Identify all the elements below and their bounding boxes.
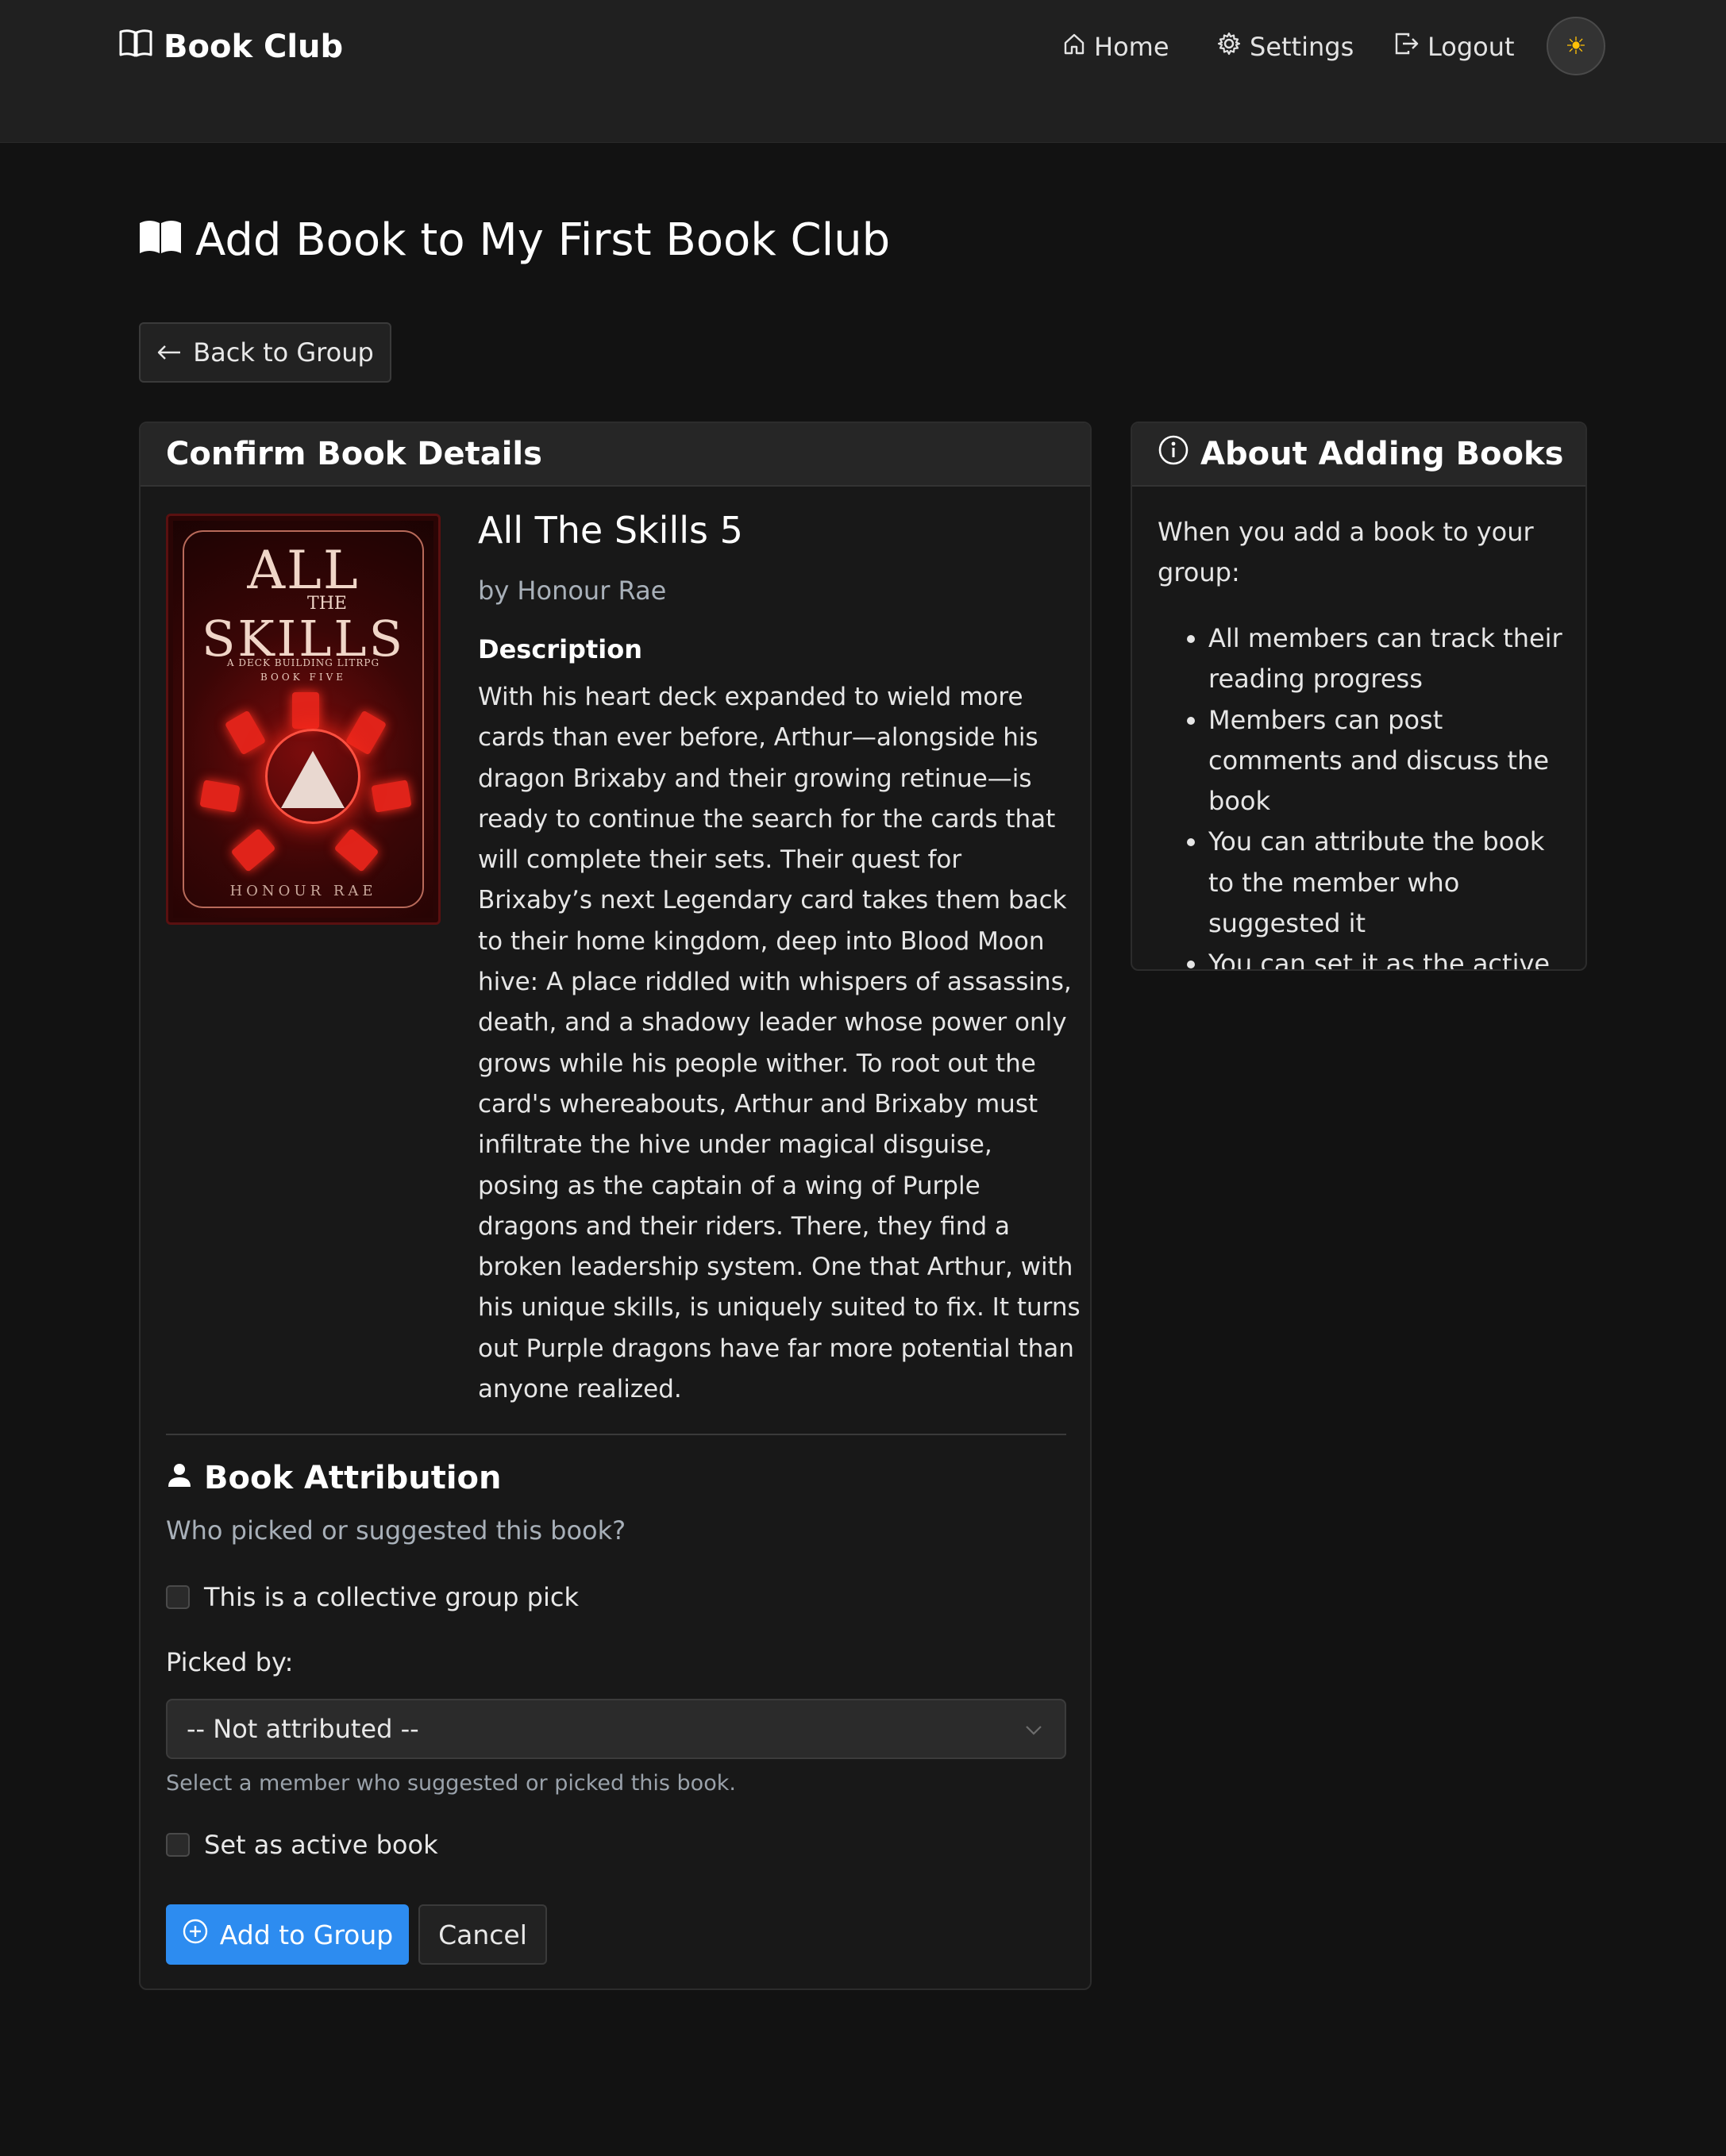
active-book-label: Set as active book <box>204 1830 438 1860</box>
about-list: All members can track their reading prog… <box>1208 618 1574 969</box>
nav-settings[interactable]: Settings <box>1216 27 1354 67</box>
brand-label: Book Club <box>164 29 344 65</box>
nav-logout-label: Logout <box>1427 32 1515 62</box>
list-item: You can attribute the book to the member… <box>1208 822 1574 944</box>
back-label: Back to Group <box>193 337 374 368</box>
cancel-button[interactable]: Cancel <box>418 1904 547 1965</box>
picked-by-select[interactable]: -- Not attributed -- <box>166 1699 1066 1759</box>
brand-link[interactable]: Book Club <box>119 27 343 67</box>
picked-by-value: -- Not attributed -- <box>187 1714 419 1744</box>
logout-icon <box>1394 32 1420 62</box>
active-book-checkbox[interactable] <box>166 1833 190 1857</box>
divider <box>166 1434 1066 1435</box>
about-intro: When you add a book to your group: <box>1158 517 1534 587</box>
nav-home-label: Home <box>1094 32 1169 62</box>
collective-pick-row[interactable]: This is a collective group pick <box>166 1582 579 1612</box>
page-title: Add Book to My First Book Club <box>138 214 890 266</box>
picked-by-help: Select a member who suggested or picked … <box>166 1771 736 1796</box>
collective-pick-checkbox[interactable] <box>166 1585 190 1609</box>
attribution-heading: Book Attribution <box>166 1460 502 1496</box>
plus-circle-icon <box>182 1918 209 1951</box>
sun-icon: ☀ <box>1565 32 1587 60</box>
cover-title-line1: ALL <box>247 540 360 601</box>
nav-settings-label: Settings <box>1250 32 1354 62</box>
about-card-title: About Adding Books <box>1200 436 1564 472</box>
theme-toggle-button[interactable]: ☀ <box>1547 17 1605 75</box>
active-book-row[interactable]: Set as active book <box>166 1830 438 1860</box>
cover-book-number: BOOK FIVE <box>260 672 346 683</box>
list-item: Members can post comments and discuss th… <box>1208 700 1574 822</box>
book-title: All The Skills 5 <box>478 509 743 552</box>
home-icon <box>1062 32 1086 62</box>
description-heading: Description <box>478 634 642 664</box>
picked-by-label: Picked by: <box>166 1647 294 1677</box>
about-card-header: About Adding Books <box>1132 423 1585 487</box>
add-to-group-label: Add to Group <box>219 1919 394 1950</box>
person-icon <box>166 1460 193 1496</box>
nav-home[interactable]: Home <box>1062 27 1169 67</box>
info-icon <box>1158 434 1189 474</box>
book-description: With his heart deck expanded to wield mo… <box>478 683 1081 1404</box>
arrow-left-icon <box>156 337 182 368</box>
add-to-group-button[interactable]: Add to Group <box>166 1904 409 1965</box>
open-book-icon <box>138 214 183 266</box>
book-cover: ALL THE SKILLS A DECK BUILDING LITRPG BO… <box>166 514 441 925</box>
navbar: Book Club Home Settings Logout ☀ <box>0 0 1726 143</box>
page-title-text: Add Book to My First Book Club <box>195 214 891 266</box>
back-to-group-button[interactable]: Back to Group <box>139 322 391 383</box>
cover-subtitle: A DECK BUILDING LITRPG <box>226 657 380 668</box>
book-author: by Honour Rae <box>478 576 667 606</box>
confirm-book-card: Confirm Book Details ALL THE SKILLS A DE… <box>139 422 1092 1990</box>
chevron-down-icon <box>1025 1721 1042 1741</box>
gear-icon <box>1216 31 1242 63</box>
confirm-card-header: Confirm Book Details <box>141 423 1090 487</box>
cancel-label: Cancel <box>438 1919 527 1950</box>
book-icon <box>119 29 152 65</box>
nav-logout[interactable]: Logout <box>1394 27 1515 67</box>
list-item: You can set it as the active book for th… <box>1208 944 1574 969</box>
about-adding-books-card: About Adding Books When you add a book t… <box>1131 422 1587 971</box>
attribution-subheading: Who picked or suggested this book? <box>166 1515 626 1546</box>
collective-pick-label: This is a collective group pick <box>204 1582 579 1612</box>
confirm-card-title: Confirm Book Details <box>166 436 542 472</box>
attribution-heading-text: Book Attribution <box>204 1460 502 1496</box>
list-item: All members can track their reading prog… <box>1208 618 1574 700</box>
cover-author: HONOUR RAE <box>229 883 377 899</box>
